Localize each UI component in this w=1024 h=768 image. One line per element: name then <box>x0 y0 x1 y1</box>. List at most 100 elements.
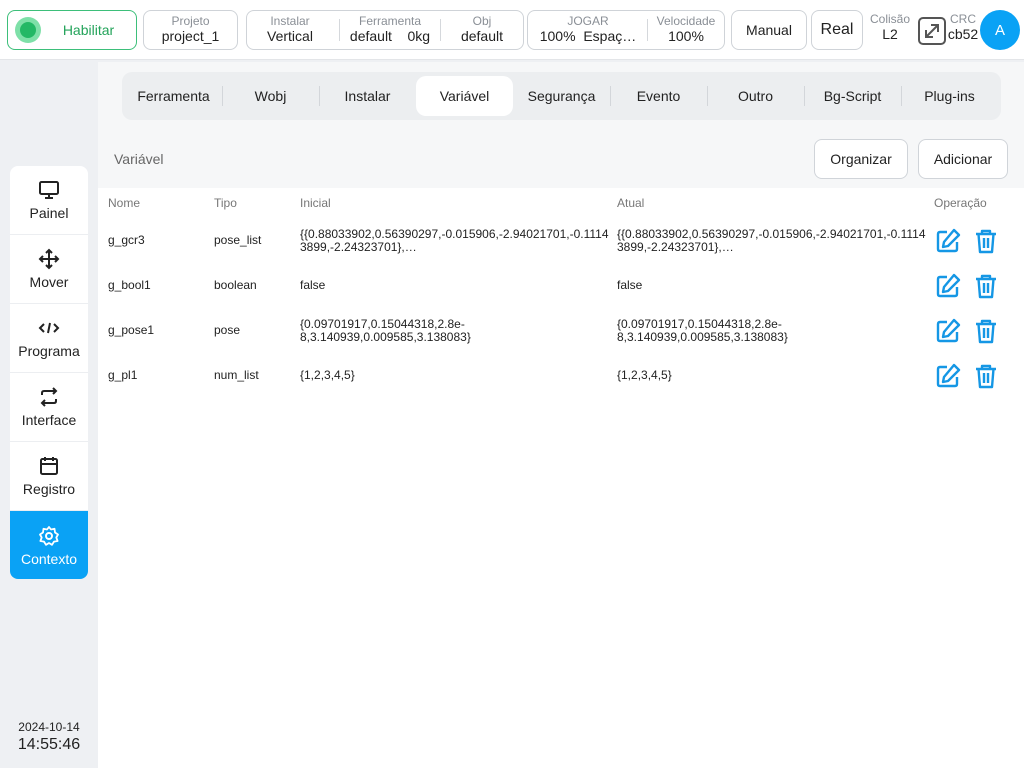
crc-label: CRC <box>950 12 976 26</box>
enable-status-icon <box>15 17 41 43</box>
table-row[interactable]: g_bool1 boolean false false <box>98 263 1024 308</box>
sidebar-item-mover[interactable]: Mover <box>10 235 88 304</box>
row-current: {1,2,3,4,5} <box>617 368 672 382</box>
delete-icon[interactable] <box>974 363 998 389</box>
current-time: 14:55:46 <box>17 736 81 753</box>
monitor-icon <box>38 179 60 201</box>
sidebar-item-label: Interface <box>21 412 77 428</box>
enable-label: Habilitar <box>62 22 115 38</box>
column-header-name: Nome <box>108 196 141 210</box>
sidebar-item-label: Painel <box>29 205 69 221</box>
sidebar-item-label: Contexto <box>20 550 78 567</box>
column-header-type: Tipo <box>214 196 237 210</box>
collision-status: Colisão L2 <box>868 12 912 43</box>
tab-variavel[interactable]: Variável <box>416 76 513 116</box>
delete-icon[interactable] <box>974 318 998 344</box>
row-current: {0.09701917,0.15044318,2.8e- 8,3.140939,0… <box>617 317 788 344</box>
tab-seguranca[interactable]: Segurança <box>513 76 610 116</box>
tabs-area: Ferramenta Wobj Instalar Variável Segura… <box>98 62 1024 130</box>
organize-button[interactable]: Organizar <box>814 139 908 179</box>
collision-label: Colisão <box>869 12 911 26</box>
row-initial: {0.09701917,0.15044318,2.8e- 8,3.140939,0… <box>300 317 471 344</box>
jog-mode: Espaç… <box>583 28 637 44</box>
row-initial: false <box>300 278 326 292</box>
tab-bar: Ferramenta Wobj Instalar Variável Segura… <box>122 72 1001 120</box>
table-row[interactable]: g_pl1 num_list {1,2,3,4,5} {1,2,3,4,5} <box>98 353 1024 398</box>
sidebar-item-label: Programa <box>18 343 80 359</box>
column-header-operation: Operação <box>934 196 987 210</box>
row-initial: {1,2,3,4,5} <box>300 368 355 382</box>
move-arrows-icon <box>38 248 60 270</box>
column-header-initial: Inicial <box>300 196 331 210</box>
section-title: Variável <box>114 151 164 167</box>
table-row[interactable]: g_gcr3 pose_list {{0.88033902,0.56390297… <box>98 218 1024 263</box>
row-type: pose <box>214 323 241 337</box>
column-header-current: Atual <box>617 196 645 210</box>
sidebar-item-painel[interactable]: Painel <box>10 166 88 235</box>
edit-icon[interactable] <box>935 318 961 344</box>
code-icon <box>38 317 60 339</box>
tab-ferramenta[interactable]: Ferramenta <box>125 76 222 116</box>
expand-icon[interactable] <box>917 16 947 46</box>
sidebar-item-interface[interactable]: Interface <box>10 373 88 442</box>
manual-mode-button[interactable]: Manual <box>731 10 807 50</box>
row-name: g_gcr3 <box>108 233 145 247</box>
clock: 2024-10-14 14:55:46 <box>0 720 98 754</box>
install-tool-obj-panel[interactable]: Instalar Vertical Ferramenta default 0kg… <box>246 10 524 50</box>
sidebar-item-label: Mover <box>29 274 69 290</box>
calendar-icon <box>38 455 60 477</box>
main-content: Ferramenta Wobj Instalar Variável Segura… <box>98 62 1024 768</box>
row-initial: {{0.88033902,0.56390297,-0.015906,-2.940… <box>300 227 609 254</box>
tab-instalar[interactable]: Instalar <box>319 76 416 116</box>
tool-weight: 0kg <box>407 28 431 44</box>
speed-value: 100% <box>668 28 704 44</box>
jog-value: 100% Espaç… <box>539 28 637 44</box>
row-type: num_list <box>214 368 259 382</box>
row-name: g_bool1 <box>108 278 151 292</box>
tool-value: default 0kg <box>349 28 431 44</box>
row-name: g_pl1 <box>108 368 138 382</box>
edit-icon[interactable] <box>935 363 961 389</box>
install-label: Instalar <box>270 14 310 28</box>
current-date: 2024-10-14 <box>18 720 80 734</box>
sidebar-item-programa[interactable]: Programa <box>10 304 88 373</box>
tab-wobj[interactable]: Wobj <box>222 76 319 116</box>
collision-value: L2 <box>882 26 898 42</box>
sidebar-item-contexto[interactable]: Contexto <box>10 511 88 579</box>
speed-label: Velocidade <box>656 14 716 28</box>
row-name: g_pose1 <box>108 323 155 337</box>
project-value: project_1 <box>161 28 220 44</box>
tab-evento[interactable]: Evento <box>610 76 707 116</box>
swap-arrows-icon <box>38 386 60 408</box>
section-header: Variável Organizar Adicionar <box>98 130 1024 188</box>
user-avatar[interactable]: A <box>980 10 1020 50</box>
gear-icon <box>38 525 60 547</box>
row-type: boolean <box>214 278 257 292</box>
enable-button[interactable]: Habilitar <box>7 10 137 50</box>
edit-icon[interactable] <box>935 228 961 254</box>
tab-bg-script[interactable]: Bg-Script <box>804 76 901 116</box>
row-current: false <box>617 278 643 292</box>
real-mode-button[interactable]: Real <box>811 10 863 50</box>
tab-outro[interactable]: Outro <box>707 76 804 116</box>
table-row[interactable]: g_pose1 pose {0.09701917,0.15044318,2.8e… <box>98 308 1024 353</box>
install-value: Vertical <box>267 28 313 44</box>
row-type: pose_list <box>214 233 262 247</box>
sidebar-item-label: Registro <box>22 481 76 497</box>
obj-value: default <box>460 28 504 44</box>
delete-icon[interactable] <box>974 228 998 254</box>
sidebar-item-registro[interactable]: Registro <box>10 442 88 511</box>
crc-value: cb52 <box>947 26 979 42</box>
delete-icon[interactable] <box>974 273 998 299</box>
top-bar: Habilitar Projeto project_1 Instalar Ver… <box>0 0 1024 60</box>
jog-label: JOGAR <box>567 14 609 28</box>
add-button[interactable]: Adicionar <box>918 139 1008 179</box>
tab-plug-ins[interactable]: Plug-ins <box>901 76 998 116</box>
obj-label: Obj <box>472 14 492 28</box>
sidebar: Painel Mover Programa Interface Registro… <box>10 166 88 579</box>
edit-icon[interactable] <box>935 273 961 299</box>
project-selector[interactable]: Projeto project_1 <box>143 10 238 50</box>
crc-status: CRC cb52 <box>946 12 980 43</box>
project-label: Projeto <box>171 14 210 28</box>
jog-speed-panel[interactable]: JOGAR 100% Espaç… Velocidade 100% <box>527 10 725 50</box>
